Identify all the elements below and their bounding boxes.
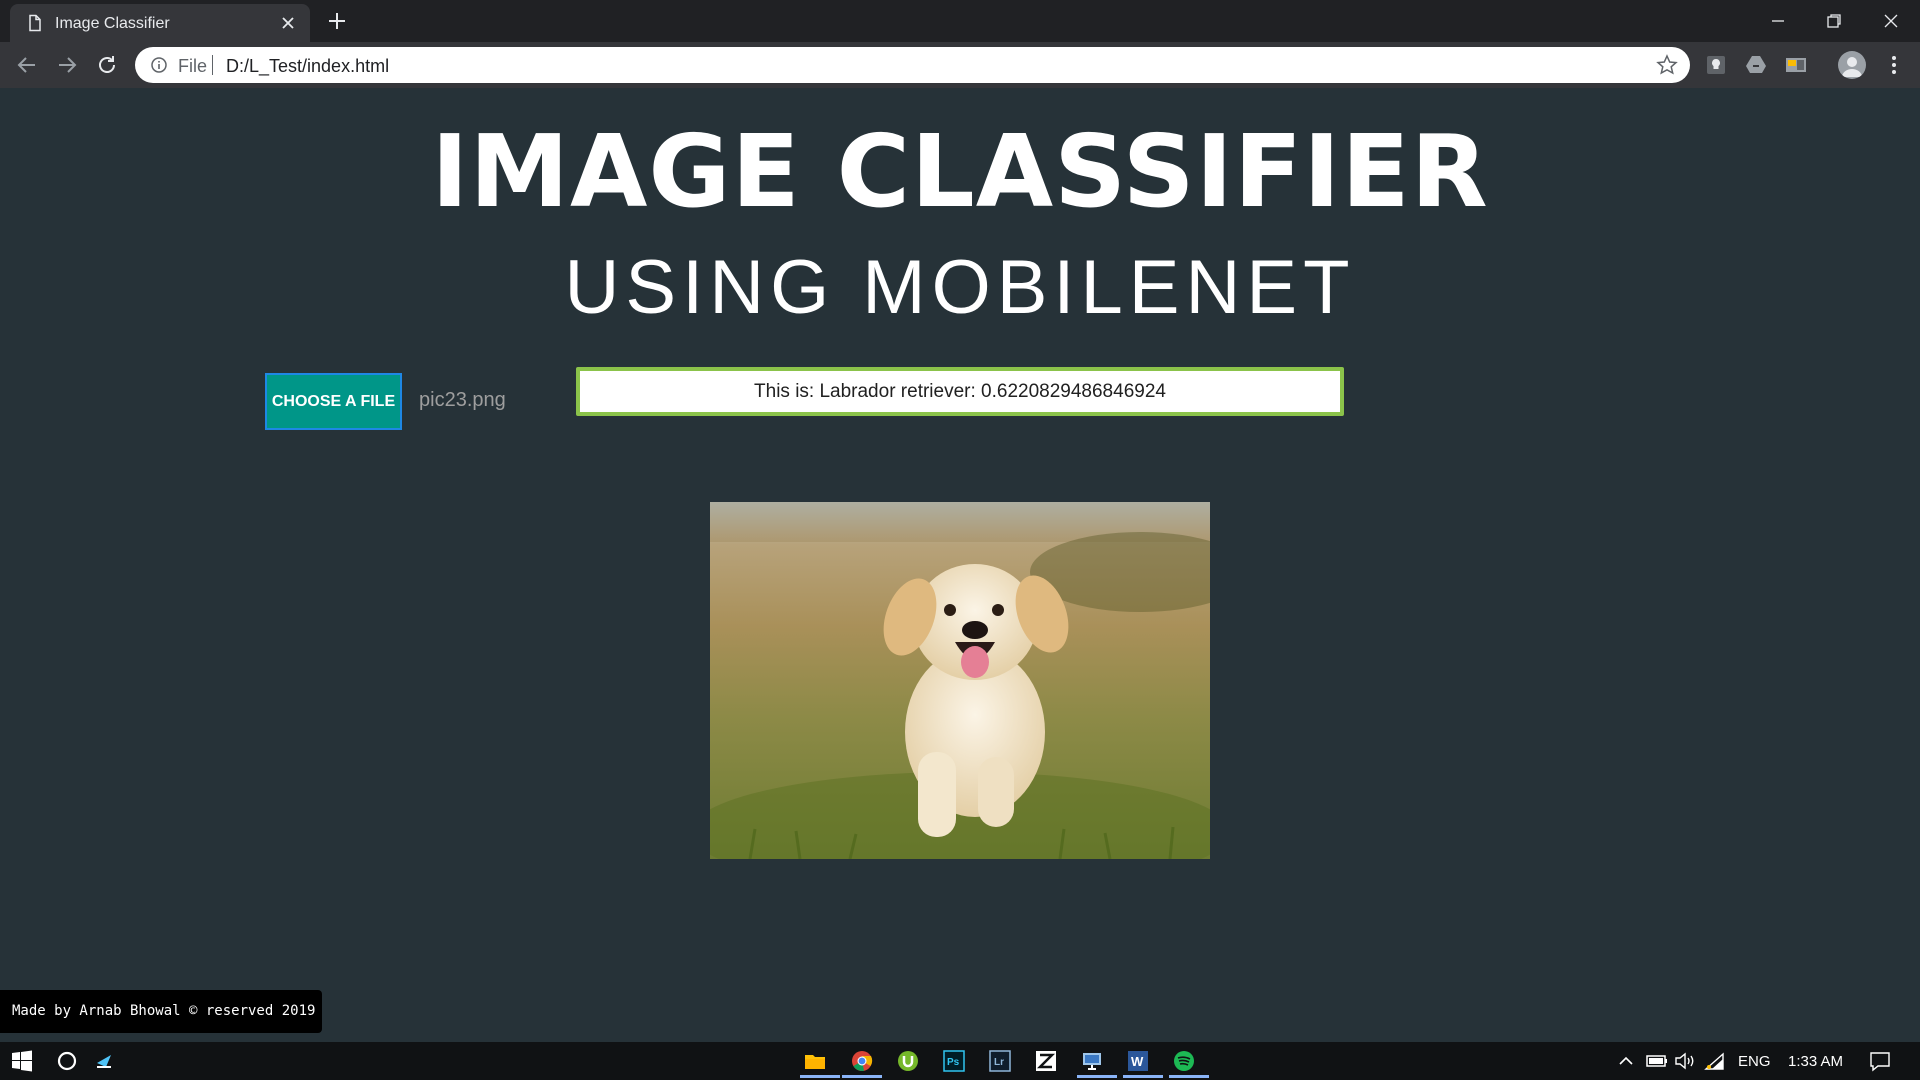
new-tab-icon[interactable] <box>326 10 348 32</box>
reload-icon[interactable] <box>93 51 121 79</box>
url-text[interactable]: D:/L_Test/index.html <box>226 56 389 77</box>
browser-tab-strip: Image Classifier <box>0 0 1920 42</box>
browser-toolbar: File D:/L_Test/index.html <box>0 42 1920 88</box>
svg-text:W: W <box>1131 1054 1144 1069</box>
lightroom-icon[interactable]: Lr <box>988 1049 1012 1073</box>
screenshot-extension-icon[interactable] <box>1784 53 1808 77</box>
profile-icon <box>1842 57 1862 77</box>
info-icon[interactable] <box>150 56 168 74</box>
cortana-icon[interactable] <box>55 1049 79 1073</box>
forward-icon[interactable] <box>53 51 81 79</box>
pinned-app-icon[interactable] <box>93 1049 117 1073</box>
choose-file-button[interactable]: CHOOSE A FILE <box>265 373 402 430</box>
chrome-icon[interactable] <box>850 1049 874 1073</box>
chrome-active-indicator <box>842 1075 882 1078</box>
close-window-icon[interactable] <box>1878 8 1904 34</box>
windows-start-icon[interactable] <box>10 1049 34 1073</box>
network-app-open-indicator <box>1077 1075 1117 1078</box>
show-hidden-icons-icon[interactable] <box>1614 1049 1638 1073</box>
browser-tab[interactable]: Image Classifier <box>10 4 310 42</box>
file-explorer-open-indicator <box>800 1075 840 1078</box>
svg-text:Ps: Ps <box>947 1057 960 1068</box>
zotero-icon[interactable] <box>1034 1049 1058 1073</box>
wifi-icon[interactable] <box>1703 1049 1727 1073</box>
url-scheme: File <box>178 56 208 76</box>
language-indicator[interactable]: ENG <box>1738 1053 1771 1070</box>
tab-title: Image Classifier <box>55 15 170 32</box>
close-tab-icon[interactable] <box>280 15 296 31</box>
address-bar[interactable]: File D:/L_Test/index.html <box>135 47 1690 83</box>
page-subtitle: USING MOBILENET <box>564 245 1356 330</box>
footer-credit: Made by Arnab Bhowal © reserved 2019 <box>0 990 322 1033</box>
bookmark-star-icon[interactable] <box>1656 54 1678 76</box>
utorrent-icon[interactable] <box>896 1049 920 1073</box>
windows-taskbar: Ps Lr W <box>0 1042 1920 1080</box>
more-menu-icon[interactable] <box>1883 53 1905 77</box>
battery-icon[interactable] <box>1645 1049 1669 1073</box>
drive-extension-icon[interactable] <box>1744 53 1768 77</box>
prediction-result: This is: Labrador retriever: 0.622082948… <box>576 367 1344 416</box>
uploaded-image <box>710 502 1210 859</box>
keep-extension-icon[interactable] <box>1704 53 1728 77</box>
profile-avatar[interactable] <box>1838 51 1866 79</box>
network-app-icon[interactable] <box>1080 1049 1104 1073</box>
word-icon[interactable]: W <box>1126 1049 1150 1073</box>
svg-text:Lr: Lr <box>994 1057 1004 1068</box>
minimize-icon[interactable] <box>1765 8 1791 34</box>
puppy-photo <box>710 502 1210 859</box>
url-separator <box>212 55 213 75</box>
selected-file-name: pic23.png <box>419 389 506 411</box>
back-icon[interactable] <box>13 51 41 79</box>
spotify-icon[interactable] <box>1172 1049 1196 1073</box>
spotify-open-indicator <box>1169 1075 1209 1078</box>
action-center-icon[interactable] <box>1868 1049 1892 1073</box>
volume-icon[interactable] <box>1673 1049 1697 1073</box>
photoshop-icon[interactable]: Ps <box>942 1049 966 1073</box>
file-explorer-icon[interactable] <box>803 1049 827 1073</box>
document-icon <box>29 14 41 32</box>
clock[interactable]: 1:33 AM <box>1788 1053 1843 1070</box>
word-open-indicator <box>1123 1075 1163 1078</box>
page-title: IMAGE CLASSIFIER <box>431 113 1489 230</box>
restore-icon[interactable] <box>1821 8 1847 34</box>
